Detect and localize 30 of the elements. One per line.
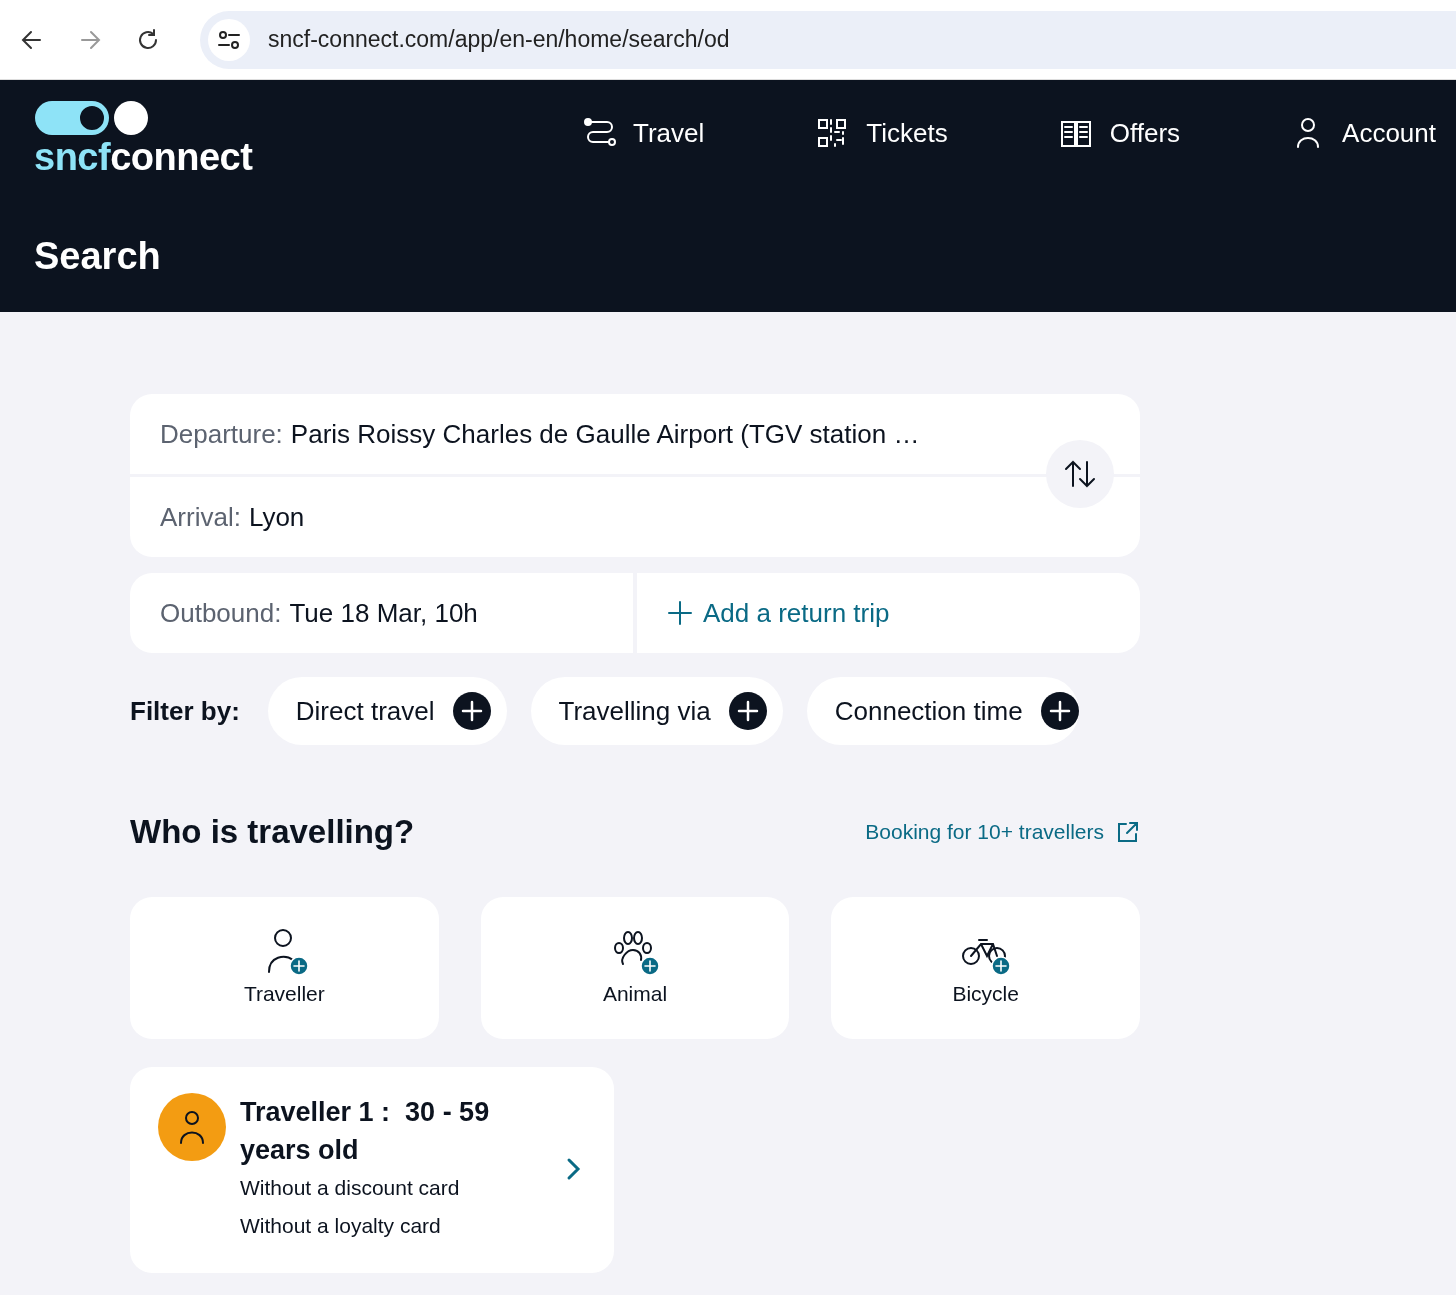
traveller-detail: Without a loyalty card [240,1212,442,1239]
arrival-field[interactable]: Arrival: Lyon [130,477,1140,557]
nav-item[interactable]: Account [1292,114,1436,153]
departure-field[interactable]: Departure: Paris Roissy Charles de Gaulle Airport (TGV station … [130,394,1140,474]
traveller-name: Traveller 1 : 30 - 59 years old [240,1095,491,1167]
plus-icon [452,692,491,730]
nav-item[interactable]: Offers [1059,114,1181,153]
outbound-field[interactable]: Outbound: Tue 18 Mar, 10h [130,573,633,653]
nav-item[interactable]: Travel [583,114,705,153]
group-booking-link[interactable]: Booking for 10+ travellers [865,816,1140,848]
external-link-icon [1116,819,1140,844]
filter-chip[interactable]: Connection time [806,677,1079,745]
traveller-card[interactable]: Traveller 1 : 30 - 59 years old Without a discount card Without a loyalty card [130,1066,614,1273]
person-icon [177,1108,207,1145]
page-title: Search [34,234,162,279]
address-bar[interactable]: sncf-connect.com/app/en-en/home/search/od [200,10,1456,69]
logo-toggle-icon [34,100,150,138]
plus-icon [1040,692,1079,730]
plus-icon [667,600,693,626]
add-passenger-button[interactable]: Traveller [130,896,439,1039]
filter-chip[interactable]: Direct travel [267,677,507,745]
traveller-detail: Without a discount card [240,1174,461,1201]
add-passenger-button[interactable]: Bicycle [831,896,1140,1039]
filter-chip[interactable]: Travelling via [530,677,783,745]
url-text: sncf-connect.com/app/en-en/home/search/od [268,25,730,55]
section-title: Who is travelling? [130,812,415,852]
nav-item[interactable]: Tickets [816,114,948,153]
add-passenger-button[interactable]: Animal [480,896,790,1039]
plus-icon [728,692,767,730]
filter-label: Filter by: [130,694,240,728]
